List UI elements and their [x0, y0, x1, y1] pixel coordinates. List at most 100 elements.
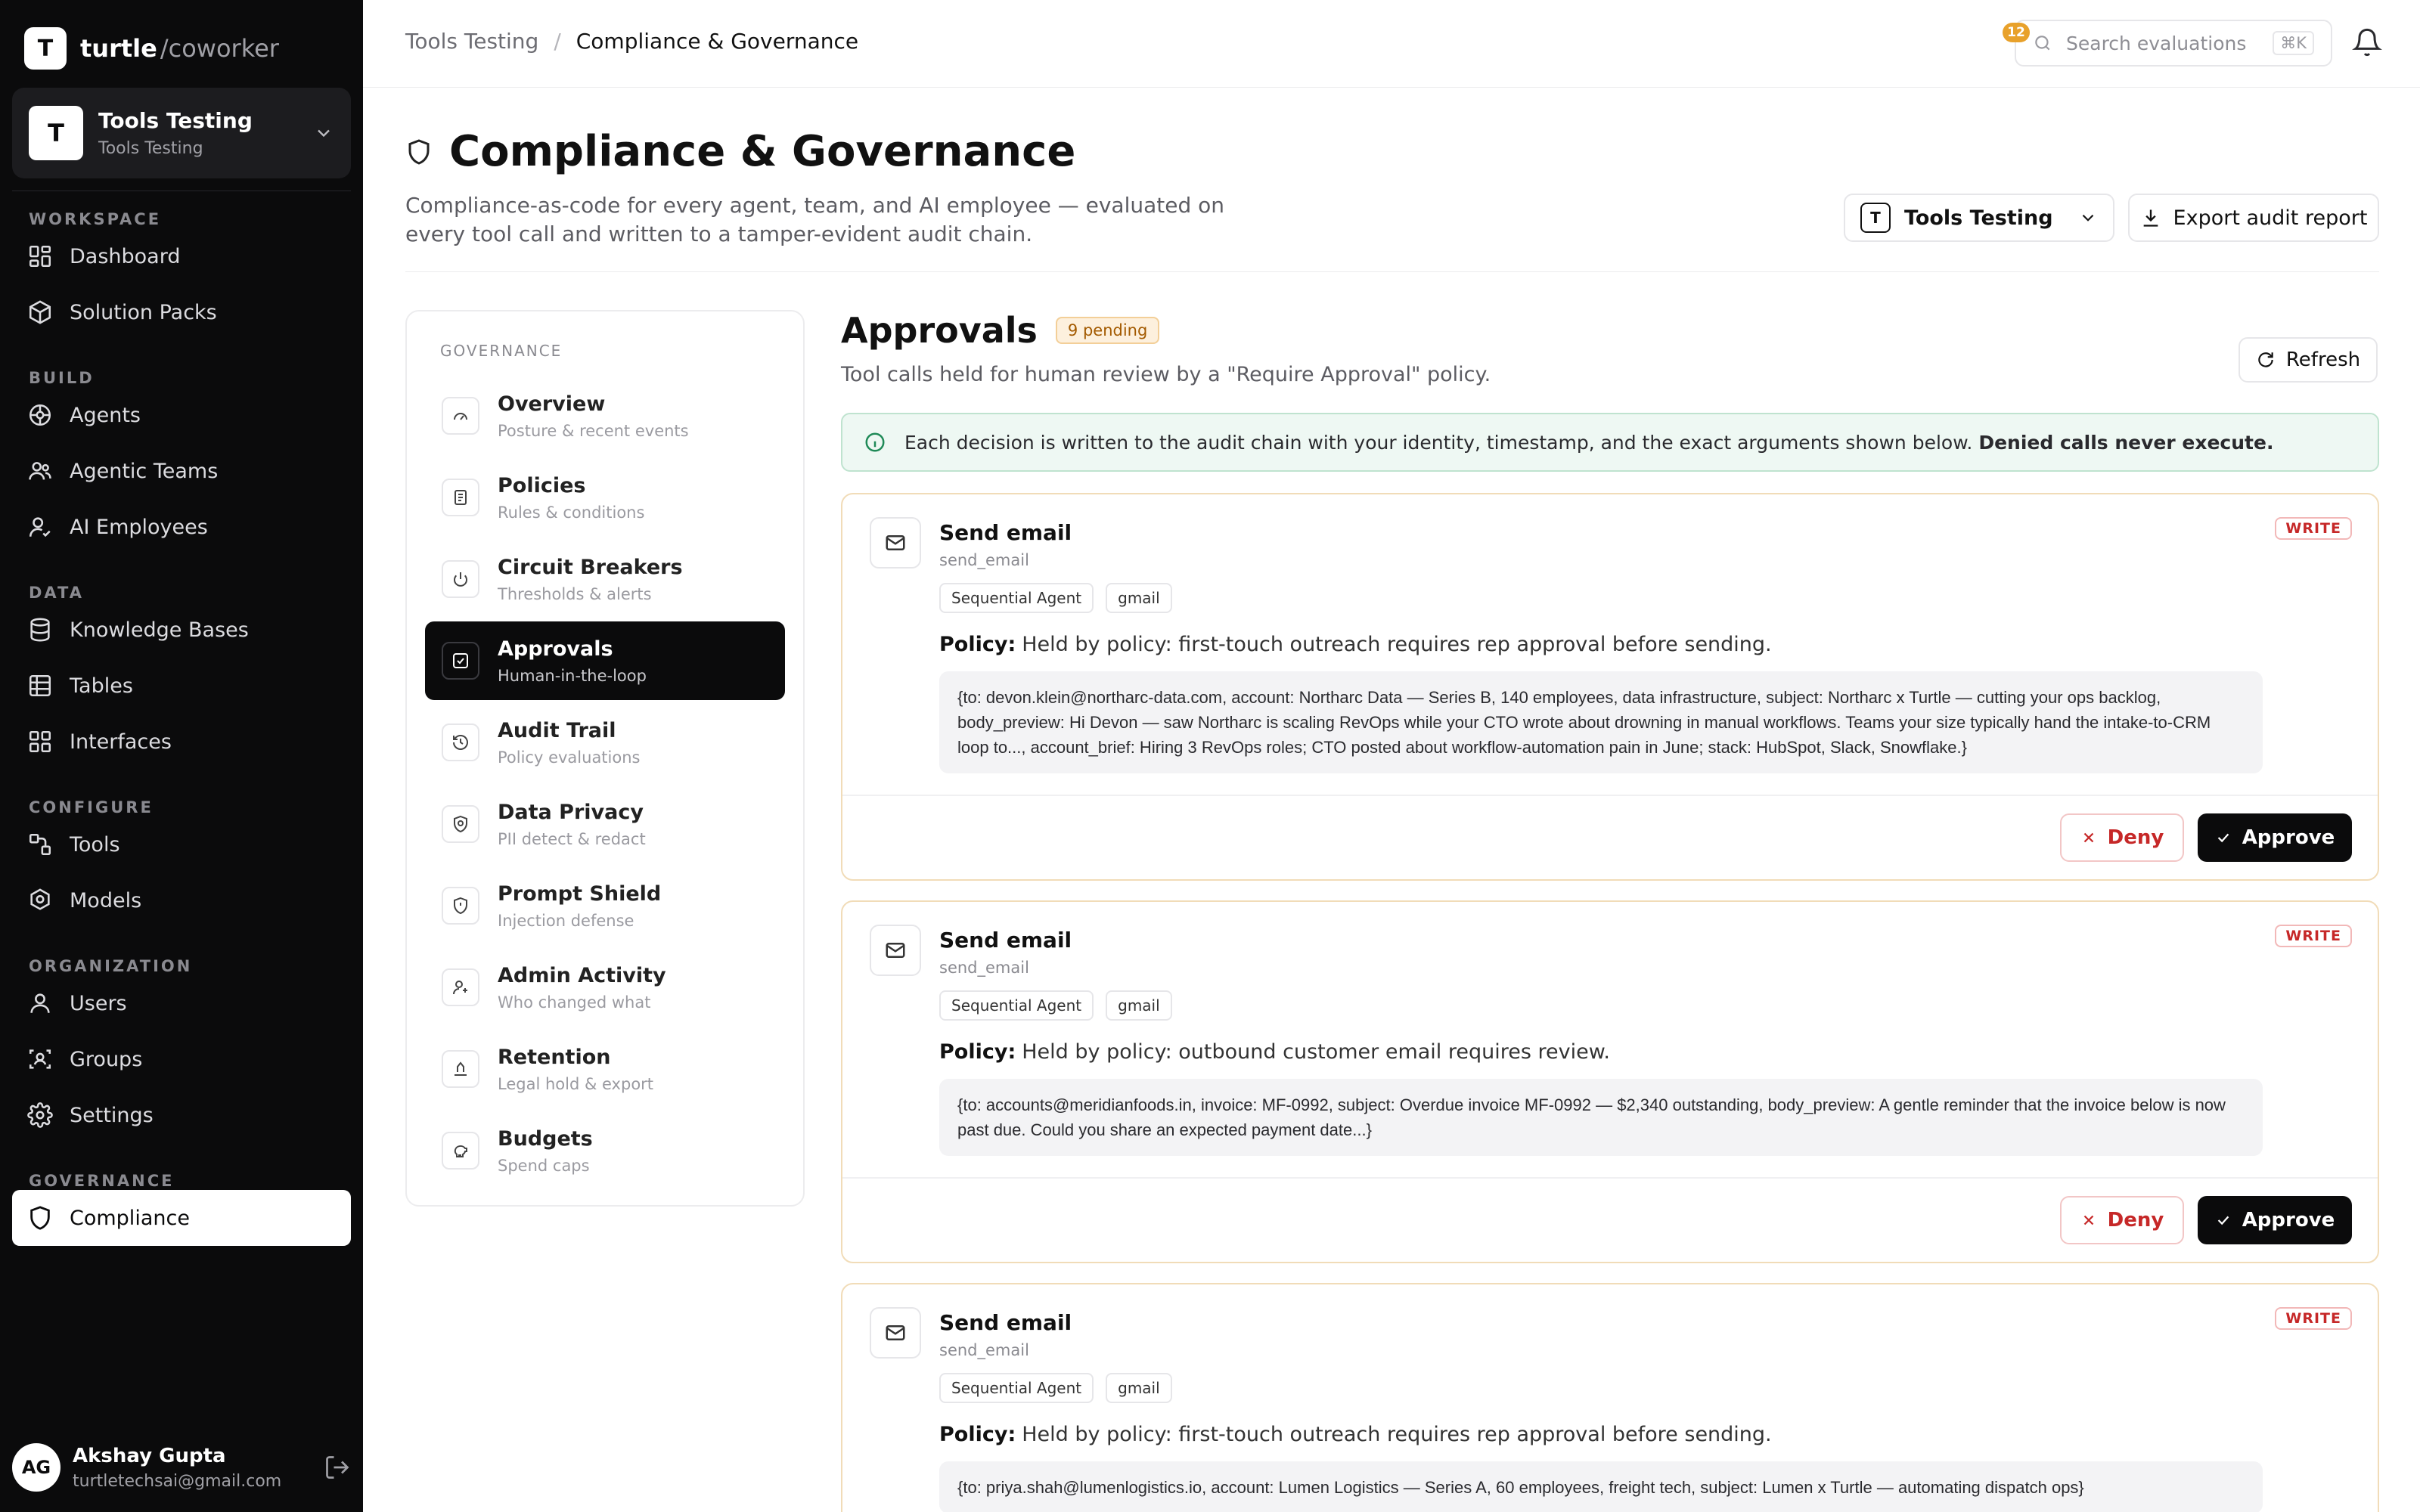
sidebar-item-solution-packs[interactable]: Solution Packs [12, 284, 351, 340]
gov-item-subtitle: Spend caps [498, 1156, 590, 1175]
privacy-shield-icon [454, 815, 467, 833]
breadcrumb-current: Compliance & Governance [576, 29, 859, 54]
user-email: turtletechsai@gmail.com [73, 1471, 282, 1491]
gov-item-title: Budgets [498, 1126, 593, 1151]
logout-icon[interactable] [324, 1454, 351, 1481]
sidebar-item-label: Interfaces [70, 730, 172, 754]
info-strong-text: Denied calls never execute. [1978, 431, 2274, 454]
gov-item-data-privacy[interactable]: Data Privacy PII detect & redact [425, 785, 785, 863]
gov-item-retention[interactable]: Retention Legal hold & export [425, 1030, 785, 1108]
refresh-button[interactable]: Refresh [2238, 337, 2378, 383]
sidebar-item-ai-employees[interactable]: AI Employees [12, 499, 351, 555]
gov-item-title: Circuit Breakers [498, 555, 683, 579]
gov-item-circuit-breakers[interactable]: Circuit Breakers Thresholds & alerts [425, 540, 785, 618]
policy-label: Policy: [939, 633, 1016, 656]
policy-label: Policy: [939, 1423, 1016, 1446]
write-badge: WRITE [2275, 925, 2352, 947]
sidebar-item-settings[interactable]: Settings [12, 1087, 351, 1143]
approve-button[interactable]: Approve [2198, 1196, 2352, 1244]
gov-item-audit-trail[interactable]: Audit Trail Policy evaluations [425, 703, 785, 782]
sidebar-item-dashboard[interactable]: Dashboard [12, 228, 351, 284]
deny-button[interactable]: Deny [2060, 813, 2184, 862]
sidebar-item-agents[interactable]: Agents [12, 387, 351, 443]
gov-item-subtitle: Thresholds & alerts [498, 584, 652, 603]
gov-item-title: Audit Trail [498, 718, 616, 742]
approval-list: WRITE Send email send_email Sequential A… [841, 493, 2379, 1512]
governance-nav: GOVERNANCE Overview Posture & recent even… [405, 310, 805, 1207]
approval-card: WRITE Send email send_email Sequential A… [841, 493, 2379, 881]
export-audit-report-button[interactable]: Export audit report [2128, 194, 2379, 242]
approvals-subtitle: Tool calls held for human review by a "R… [841, 363, 1491, 386]
gov-item-admin-activity[interactable]: Admin Activity Who changed what [425, 948, 785, 1027]
sidebar-item-knowledge-bases[interactable]: Knowledge Bases [12, 602, 351, 658]
sidebar-item-label: Knowledge Bases [70, 618, 249, 642]
bell-icon[interactable] [2352, 27, 2382, 57]
page-title: Compliance & Governance [449, 127, 1076, 176]
table-icon [29, 674, 51, 697]
deny-button[interactable]: Deny [2060, 1196, 2184, 1244]
brand-suffix: /coworker [160, 34, 279, 63]
user-profile[interactable]: AG Akshay Gupta turtletechsai@gmail.com [12, 1433, 351, 1501]
tool-arguments: {to: devon.klein@northarc-data.com, acco… [939, 671, 2263, 773]
export-button-label: Export audit report [2173, 206, 2368, 230]
close-icon [2083, 832, 2093, 843]
sidebar-item-label: Models [70, 888, 142, 912]
policy-line: Policy: Held by policy: outbound customer… [939, 1040, 2350, 1064]
brand[interactable]: T turtle /coworker [24, 27, 279, 70]
sidebar-item-agentic-teams[interactable]: Agentic Teams [12, 443, 351, 499]
sidebar-nav: WORKSPACE Dashboard Solution Packs BUILD… [0, 204, 363, 1246]
workspace-switcher[interactable]: T Tools Testing Tools Testing [12, 88, 351, 178]
search-input[interactable]: Search evaluations ⌘K [2015, 20, 2332, 67]
gov-item-title: Admin Activity [498, 963, 666, 987]
gov-item-approvals[interactable]: Approvals Human-in-the-loop [425, 621, 785, 700]
sidebar: T turtle /coworker T Tools Testing Tools… [0, 0, 363, 1512]
gov-item-subtitle: PII detect & redact [498, 829, 646, 848]
approve-button[interactable]: Approve [2198, 813, 2352, 862]
search-shortcut: ⌘K [2273, 31, 2314, 55]
archive-icon [455, 1061, 467, 1076]
approve-label: Approve [2242, 1209, 2335, 1232]
page-header: Compliance & Governance Compliance-as-co… [405, 127, 2379, 272]
user-activity-icon [453, 981, 467, 995]
sidebar-item-users[interactable]: Users [12, 975, 351, 1031]
breadcrumb-parent[interactable]: Tools Testing [405, 29, 538, 54]
gov-item-policies[interactable]: Policies Rules & conditions [425, 458, 785, 537]
gov-item-title: Prompt Shield [498, 881, 662, 906]
nav-section-label: BUILD [29, 369, 95, 387]
tool-id: send_email [939, 1341, 1029, 1359]
sidebar-item-label: Groups [70, 1047, 143, 1071]
sidebar-item-tools[interactable]: Tools [12, 816, 351, 872]
user-icon [30, 993, 50, 1013]
document-icon [455, 490, 467, 505]
sidebar-item-compliance[interactable]: Compliance [12, 1190, 351, 1246]
gov-item-prompt-shield[interactable]: Prompt Shield Injection defense [425, 866, 785, 945]
sidebar-item-tables[interactable]: Tables [12, 658, 351, 714]
gov-item-title: Approvals [498, 637, 613, 661]
tool-name: Send email [939, 1310, 1072, 1335]
sidebar-item-groups[interactable]: Groups [12, 1031, 351, 1087]
agent-tag: Sequential Agent [939, 583, 1094, 613]
info-text: Each decision is written to the audit ch… [904, 431, 1973, 454]
gov-item-subtitle: Legal hold & export [498, 1074, 654, 1093]
workspace-select-value: Tools Testing [1904, 206, 2053, 230]
sidebar-item-label: Agentic Teams [70, 459, 219, 483]
workspace-select[interactable]: T Tools Testing [1844, 194, 2114, 242]
gov-item-budgets[interactable]: Budgets Spend caps [425, 1111, 785, 1190]
gov-item-title: Retention [498, 1045, 611, 1069]
check-icon [2217, 833, 2229, 843]
mail-icon [886, 1325, 905, 1340]
chevron-down-icon [2082, 214, 2094, 222]
sidebar-item-models[interactable]: Models [12, 872, 351, 928]
gear-icon [27, 1102, 53, 1128]
interfaces-icon [29, 730, 51, 753]
gov-item-overview[interactable]: Overview Posture & recent events [425, 376, 785, 455]
policy-text: Held by policy: first-touch outreach req… [1022, 1423, 1772, 1446]
approval-card: WRITE Send email send_email Sequential A… [841, 1283, 2379, 1512]
policy-label: Policy: [939, 1040, 1016, 1064]
sidebar-item-label: Compliance [70, 1206, 190, 1230]
sidebar-item-label: Settings [70, 1103, 154, 1127]
power-icon [454, 572, 467, 587]
sidebar-item-interfaces[interactable]: Interfaces [12, 714, 351, 770]
integration-tag: gmail [1106, 583, 1172, 613]
search-placeholder: Search evaluations [2066, 32, 2247, 54]
